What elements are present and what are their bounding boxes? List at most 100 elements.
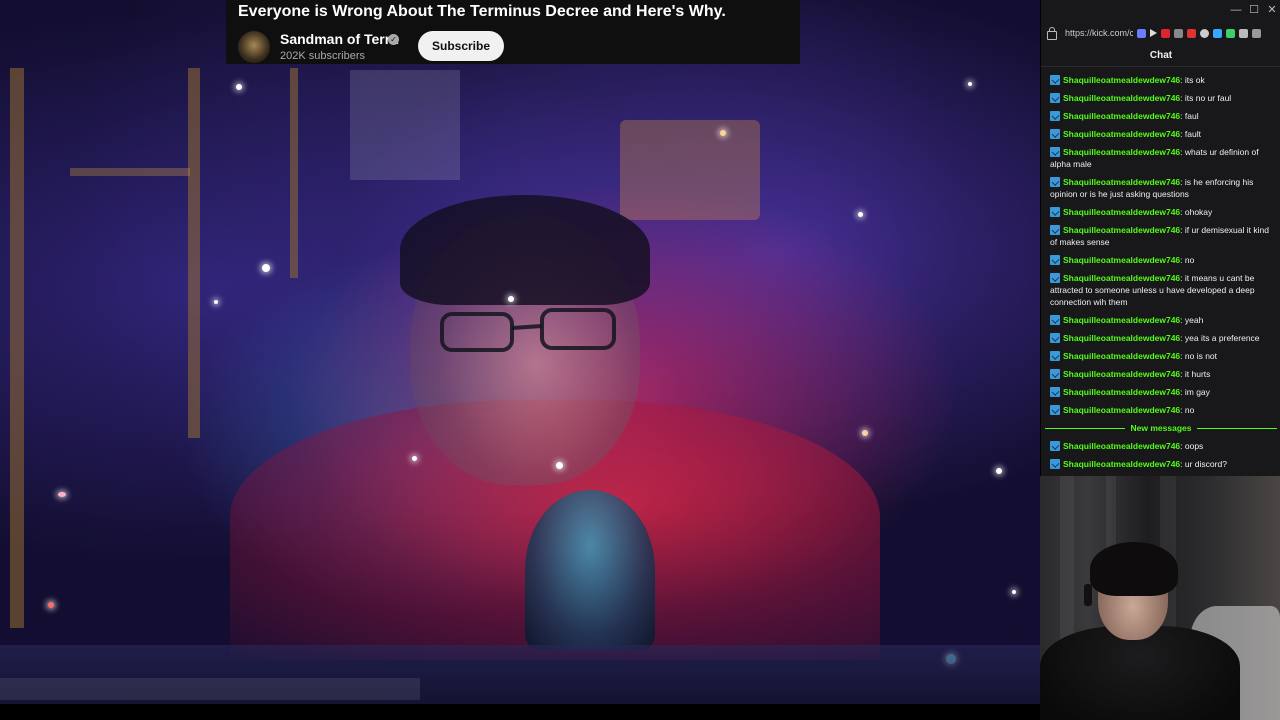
- chat-username[interactable]: Shaquilleoatmealdewdew746: [1063, 369, 1180, 379]
- stream-video[interactable]: [0, 0, 1040, 720]
- wall-frame: [10, 68, 24, 628]
- star: [556, 462, 563, 469]
- shelf: [70, 168, 190, 176]
- chat-username[interactable]: Shaquilleoatmealdewdew746: [1063, 387, 1180, 397]
- candles: [620, 120, 760, 220]
- badge-icon: [1050, 129, 1060, 139]
- webcam-feed: [1040, 476, 1280, 720]
- chat-message: Shaquilleoatmealdewdew746: ur discord?: [1050, 458, 1275, 470]
- badge-icon: [1050, 459, 1060, 469]
- star: [1012, 590, 1016, 594]
- chat-message: Shaquilleoatmealdewdew746: its ok: [1050, 74, 1275, 86]
- window-controls: — ☐ ✕: [1227, 0, 1280, 20]
- channel-name[interactable]: Sandman of Terra: [280, 31, 398, 47]
- chat-message: Shaquilleoatmealdewdew746: whats ur defi…: [1050, 146, 1275, 170]
- chat-username[interactable]: Shaquilleoatmealdewdew746: [1063, 273, 1180, 283]
- minimize-icon[interactable]: —: [1227, 0, 1245, 20]
- chat-username[interactable]: Shaquilleoatmealdewdew746: [1063, 255, 1180, 265]
- extension-blue-icon[interactable]: [1213, 28, 1222, 38]
- badge-icon: [1050, 387, 1060, 397]
- chat-username[interactable]: Shaquilleoatmealdewdew746: [1063, 333, 1180, 343]
- chat-text: : it hurts: [1180, 369, 1211, 379]
- chat-username[interactable]: Shaquilleoatmealdewdew746: [1063, 111, 1180, 121]
- document-icon[interactable]: [1174, 28, 1183, 38]
- badge-icon: [1050, 207, 1060, 217]
- chat-text: : fault: [1180, 129, 1201, 139]
- chat-username[interactable]: Shaquilleoatmealdewdew746: [1063, 129, 1180, 139]
- wall-frame: [290, 68, 298, 278]
- chat-message: Shaquilleoatmealdewdew746: no: [1050, 254, 1275, 266]
- new-messages-label: New messages: [1130, 423, 1192, 433]
- microphone: [525, 490, 655, 650]
- subscribe-button[interactable]: Subscribe: [418, 31, 505, 61]
- badge-icon: [1050, 177, 1060, 187]
- badge-icon: [1050, 369, 1060, 379]
- chat-message: Shaquilleoatmealdewdew746: oops: [1050, 440, 1275, 452]
- video-title[interactable]: Everyone is Wrong About The Terminus Dec…: [238, 3, 726, 21]
- badge-icon: [1050, 405, 1060, 415]
- eye-icon[interactable]: [1200, 28, 1209, 38]
- chat-text: : no: [1180, 255, 1195, 265]
- url-text[interactable]: https://kick.com/c: [1065, 28, 1133, 38]
- star: [996, 468, 1002, 474]
- chat-message: Shaquilleoatmealdewdew746: no: [1050, 404, 1275, 416]
- badge-icon: [1050, 441, 1060, 451]
- chat-username[interactable]: Shaquilleoatmealdewdew746: [1063, 351, 1180, 361]
- download-icon[interactable]: [1252, 28, 1261, 38]
- badge-icon: [1050, 315, 1060, 325]
- chat-username[interactable]: Shaquilleoatmealdewdew746: [1063, 207, 1180, 217]
- star: [508, 296, 514, 302]
- star: [858, 212, 863, 217]
- star: [862, 430, 868, 436]
- extension-green-icon[interactable]: [1226, 28, 1235, 38]
- chat-message: Shaquilleoatmealdewdew746: its no ur fau…: [1050, 92, 1275, 104]
- chat-username[interactable]: Shaquilleoatmealdewdew746: [1063, 177, 1180, 187]
- chat-username[interactable]: Shaquilleoatmealdewdew746: [1063, 315, 1180, 325]
- chat-message: Shaquilleoatmealdewdew746: faul: [1050, 110, 1275, 122]
- star: [968, 82, 972, 86]
- viewer-hair: [1090, 542, 1178, 596]
- channel-avatar[interactable]: [238, 31, 270, 63]
- star: [58, 492, 66, 497]
- chat-text: : no is not: [1180, 351, 1218, 361]
- chat-username[interactable]: Shaquilleoatmealdewdew746: [1063, 147, 1180, 157]
- badge-icon: [1050, 351, 1060, 361]
- chat-text: : ohokay: [1180, 207, 1213, 217]
- chat-message: Shaquilleoatmealdewdew746: ohokay: [1050, 206, 1275, 218]
- chat-username[interactable]: Shaquilleoatmealdewdew746: [1063, 405, 1180, 415]
- maximize-icon[interactable]: ☐: [1245, 0, 1263, 20]
- chat-username[interactable]: Shaquilleoatmealdewdew746: [1063, 441, 1180, 451]
- chat-message: Shaquilleoatmealdewdew746: fault: [1050, 128, 1275, 140]
- play-icon[interactable]: [1150, 29, 1157, 37]
- bottom-bar: [0, 704, 1040, 720]
- chat-message-list[interactable]: Shaquilleoatmealdewdew746: its ok Shaqui…: [1041, 70, 1280, 474]
- chat-username[interactable]: Shaquilleoatmealdewdew746: [1063, 75, 1180, 85]
- shield-icon[interactable]: [1137, 28, 1146, 38]
- chat-message: Shaquilleoatmealdewdew746: yeah: [1050, 314, 1275, 326]
- chat-text: : faul: [1180, 111, 1199, 121]
- shelf: [350, 70, 460, 180]
- star: [236, 84, 242, 90]
- new-messages-divider[interactable]: New messages: [1045, 422, 1278, 434]
- chat-browser-window: — ☐ ✕ https://kick.com/c Chat Shaquilleo: [1040, 0, 1280, 476]
- star: [214, 300, 218, 304]
- extension-red-icon[interactable]: [1187, 28, 1196, 38]
- chat-username[interactable]: Shaquilleoatmealdewdew746: [1063, 225, 1180, 235]
- blurred-caption: [0, 678, 420, 700]
- youtube-icon[interactable]: [1161, 28, 1170, 38]
- chat-username[interactable]: Shaquilleoatmealdewdew746: [1063, 93, 1180, 103]
- badge-icon: [1050, 147, 1060, 157]
- close-icon[interactable]: ✕: [1263, 0, 1280, 20]
- badge-icon: [1050, 225, 1060, 235]
- wall-frame: [188, 68, 200, 438]
- chat-message: Shaquilleoatmealdewdew746: it hurts: [1050, 368, 1275, 380]
- subscriber-count: 202K subscribers: [280, 50, 365, 62]
- star: [720, 130, 726, 136]
- puzzle-icon[interactable]: [1239, 28, 1248, 38]
- chat-text: : oops: [1180, 441, 1204, 451]
- star: [48, 602, 54, 608]
- streamer-hair: [400, 195, 650, 305]
- chat-username[interactable]: Shaquilleoatmealdewdew746: [1063, 459, 1180, 469]
- address-bar[interactable]: https://kick.com/c: [1041, 22, 1280, 44]
- divider-line: [1045, 427, 1125, 429]
